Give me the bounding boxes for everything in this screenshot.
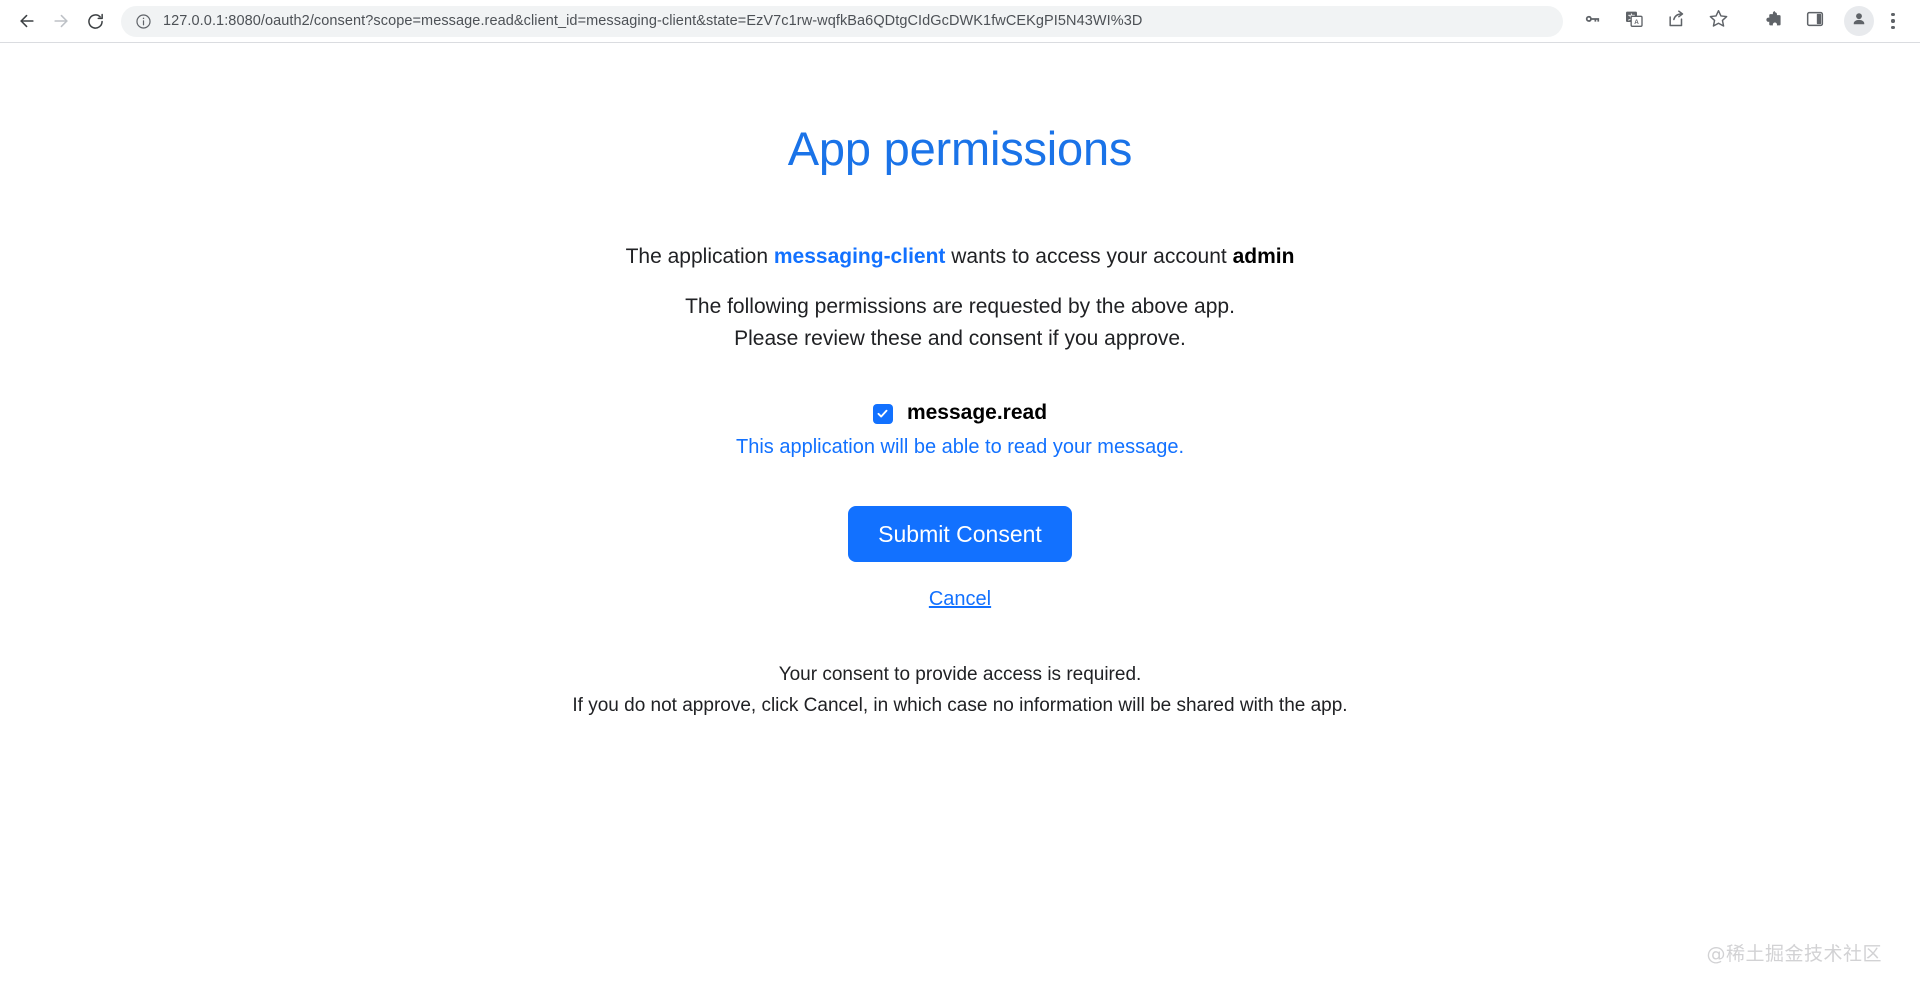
page-body: App permissions The application messagin… <box>0 43 1920 988</box>
reload-button[interactable] <box>78 4 112 38</box>
three-dot-menu-icon-dot3 <box>1891 25 1895 30</box>
account-name: admin <box>1232 245 1295 269</box>
consent-container: App permissions The application messagin… <box>0 43 1920 722</box>
instructions-line-2: Please review these and consent if you a… <box>734 326 1186 350</box>
back-button[interactable] <box>10 4 44 38</box>
cancel-link[interactable]: Cancel <box>929 588 991 610</box>
profile-avatar-icon <box>1850 10 1868 33</box>
watermark: @稀土掘金技术社区 <box>1706 943 1882 965</box>
submit-consent-button[interactable]: Submit Consent <box>848 505 1072 563</box>
side-panel-icon <box>1805 9 1825 34</box>
scope-list: message.read This application will be ab… <box>0 401 1920 461</box>
three-dot-menu-button[interactable] <box>1880 5 1906 37</box>
three-dot-menu-icon <box>1891 12 1895 17</box>
forward-button[interactable] <box>44 4 78 38</box>
intro-statement: The application messaging-client wants t… <box>0 241 1920 273</box>
share-button[interactable] <box>1660 5 1692 37</box>
extensions-puzzle-icon <box>1763 9 1783 34</box>
svg-text:A: A <box>1634 18 1639 25</box>
bookmark-star-button[interactable] <box>1702 5 1734 37</box>
scope-item: message.read <box>0 401 1920 425</box>
info-circle-icon[interactable] <box>135 13 152 30</box>
share-icon <box>1666 9 1686 34</box>
address-bar[interactable]: 127.0.0.1:8080/oauth2/consent?scope=mess… <box>121 5 1563 37</box>
page-title: App permissions <box>787 122 1133 175</box>
intro-prefix: The application <box>625 245 774 269</box>
client-name: messaging-client <box>773 245 946 269</box>
footer-note: Your consent to provide access is requir… <box>0 660 1920 722</box>
toolbar-actions: 文 A <box>1571 5 1910 37</box>
url-text: 127.0.0.1:8080/oauth2/consent?scope=mess… <box>163 13 1143 29</box>
submit-row: Submit Consent <box>0 505 1920 563</box>
browser-toolbar: 127.0.0.1:8080/oauth2/consent?scope=mess… <box>0 0 1920 43</box>
arrow-left-icon <box>17 11 37 31</box>
cancel-row: Cancel <box>0 588 1920 611</box>
translate-button[interactable]: 文 A <box>1618 5 1650 37</box>
instructions-line-1: The following permissions are requested … <box>685 294 1235 318</box>
scope-checkbox-message-read[interactable] <box>872 403 893 424</box>
side-panel-button[interactable] <box>1799 5 1831 37</box>
footer-line-2: If you do not approve, click Cancel, in … <box>572 694 1348 716</box>
extensions-button[interactable] <box>1757 5 1789 37</box>
password-key-button[interactable] <box>1576 5 1608 37</box>
scope-description: This application will be able to read yo… <box>735 435 1185 458</box>
profile-avatar[interactable] <box>1844 6 1874 36</box>
reload-icon <box>86 12 105 31</box>
password-key-icon <box>1582 9 1602 34</box>
instructions: The following permissions are requested … <box>0 291 1920 355</box>
translate-icon: 文 A <box>1624 9 1644 34</box>
intro-middle: wants to access your account <box>945 245 1233 269</box>
arrow-right-icon <box>51 11 71 31</box>
bookmark-star-icon <box>1708 8 1729 34</box>
three-dot-menu-icon-dot2 <box>1891 19 1895 23</box>
scope-label: message.read <box>906 400 1048 424</box>
footer-line-1: Your consent to provide access is requir… <box>778 664 1142 686</box>
